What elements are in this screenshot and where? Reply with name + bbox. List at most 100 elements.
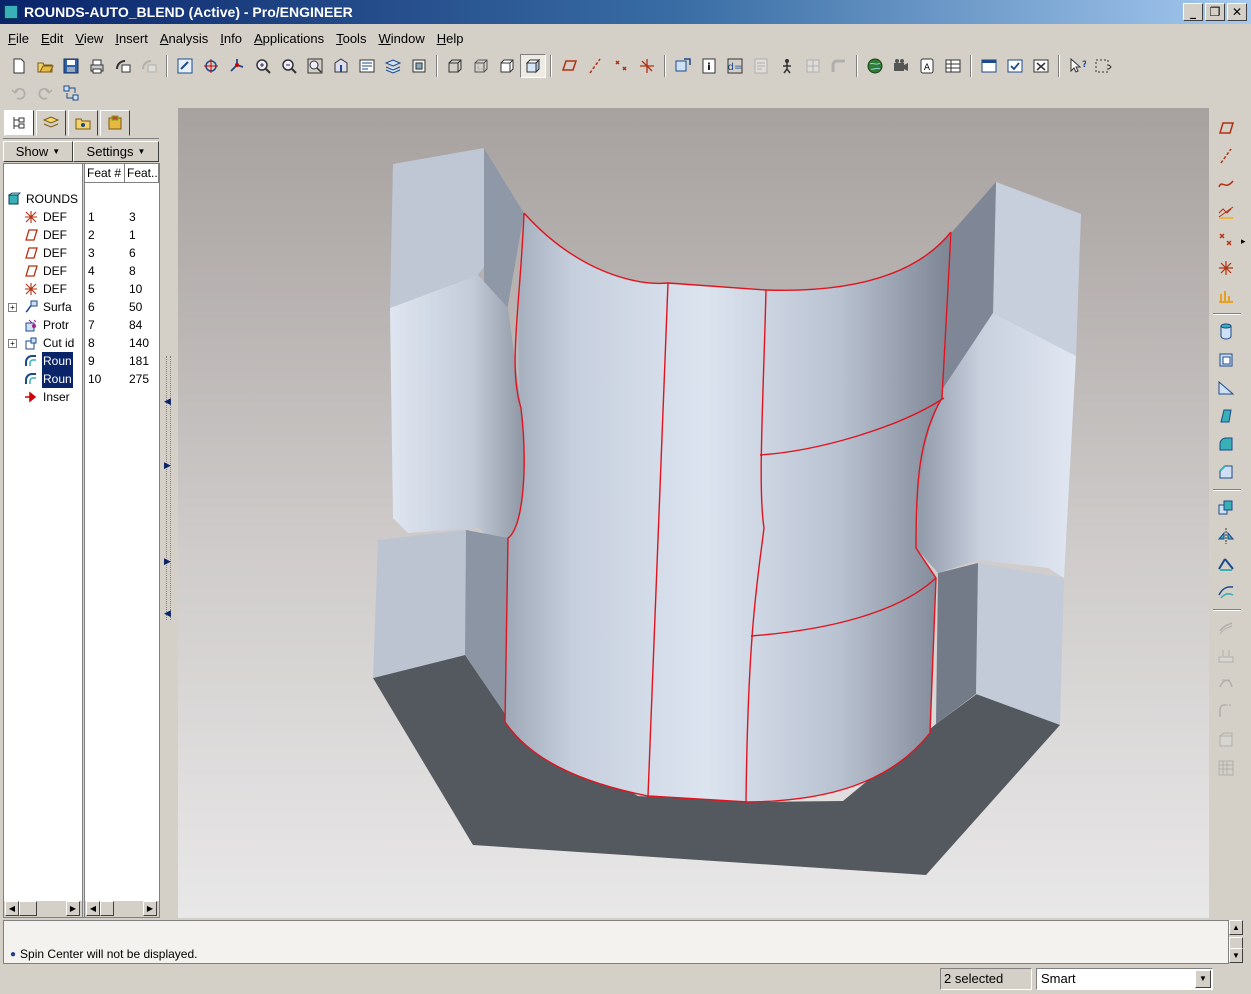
selection-filter-dropdown[interactable]: Smart ▼ <box>1036 968 1213 990</box>
spin-center-button[interactable] <box>198 54 224 78</box>
menu-help[interactable]: Help <box>431 31 470 46</box>
layers-button[interactable] <box>380 54 406 78</box>
window-button[interactable] <box>976 54 1002 78</box>
hole-tool-button[interactable] <box>1213 320 1239 344</box>
more-tools-icon[interactable]: ▸ <box>1241 236 1246 247</box>
scroll-right-icon[interactable]: ▶ <box>66 901 80 916</box>
selection-filter-button[interactable] <box>1090 54 1116 78</box>
solidify-button[interactable] <box>1213 728 1239 752</box>
model-view[interactable] <box>178 108 1209 918</box>
message-scrollbar[interactable]: ▲ ▼ <box>1229 920 1246 964</box>
show-button[interactable]: Show ▼ <box>3 141 73 162</box>
model-tree-web-button[interactable] <box>862 54 888 78</box>
datum-curve-tool-button[interactable] <box>1213 172 1239 196</box>
close-button[interactable]: ✕ <box>1227 3 1247 21</box>
annotation-button[interactable]: A <box>914 54 940 78</box>
menu-tools[interactable]: Tools <box>330 31 372 46</box>
save-button[interactable] <box>58 54 84 78</box>
datum-axis-tool-button[interactable] <box>1213 144 1239 168</box>
part-cylindrical-face[interactable] <box>505 213 951 802</box>
close-window-button[interactable] <box>1028 54 1054 78</box>
relations-button[interactable]: d= <box>722 54 748 78</box>
mirror-button[interactable] <box>1213 524 1239 548</box>
restore-button[interactable]: ❐ <box>1205 3 1225 21</box>
view-manager-button[interactable] <box>406 54 432 78</box>
send-mail-button[interactable] <box>110 54 136 78</box>
table-button[interactable] <box>940 54 966 78</box>
scroll-down-icon[interactable]: ▼ <box>1229 948 1243 963</box>
wireframe-button[interactable] <box>442 54 468 78</box>
parameters-button[interactable] <box>748 54 774 78</box>
send-mail-attach-button[interactable] <box>136 54 162 78</box>
menu-file[interactable]: File <box>2 31 35 46</box>
reorder-button[interactable] <box>58 81 84 105</box>
sketched-curve-tool-button[interactable] <box>1213 200 1239 224</box>
scroll-left-icon[interactable]: ◀ <box>5 901 19 916</box>
column-header-feat-number[interactable]: Feat # <box>85 164 125 183</box>
menu-window[interactable]: Window <box>372 31 430 46</box>
intersect-button[interactable] <box>1213 672 1239 696</box>
point-display-button[interactable] <box>608 54 634 78</box>
redo-button[interactable] <box>32 81 58 105</box>
animation-button[interactable] <box>888 54 914 78</box>
menu-edit[interactable]: Edit <box>35 31 69 46</box>
scroll-thumb[interactable] <box>100 901 114 916</box>
scroll-up-icon[interactable]: ▲ <box>1229 920 1243 935</box>
menu-applications[interactable]: Applications <box>248 31 330 46</box>
context-help-button[interactable]: ? <box>1064 54 1090 78</box>
chamfer-tool-button[interactable] <box>1213 460 1239 484</box>
tree-columns-scrollbar[interactable]: ◀ ▶ <box>85 900 159 917</box>
refit-button[interactable] <box>302 54 328 78</box>
scroll-left-icon[interactable]: ◀ <box>86 901 100 916</box>
saved-views-button[interactable] <box>354 54 380 78</box>
new-button[interactable] <box>6 54 32 78</box>
print-button[interactable] <box>84 54 110 78</box>
extend-button[interactable] <box>1213 700 1239 724</box>
thicken-button[interactable] <box>1213 644 1239 668</box>
round-tool-button[interactable] <box>1213 432 1239 456</box>
model-tree-tab[interactable] <box>4 110 34 136</box>
zoom-in-button[interactable] <box>250 54 276 78</box>
expand-right-icon[interactable]: ▶ <box>164 460 171 471</box>
undo-button[interactable] <box>6 81 32 105</box>
tree-names-scrollbar[interactable]: ◀ ▶ <box>4 900 82 917</box>
pattern-button[interactable] <box>1213 756 1239 780</box>
scroll-thumb[interactable] <box>19 901 37 916</box>
expand-right-icon[interactable]: ▶ <box>164 556 171 567</box>
offset-button[interactable] <box>1213 616 1239 640</box>
datum-planes-display-button[interactable] <box>556 54 582 78</box>
trim-button[interactable] <box>1213 580 1239 604</box>
layer-tab[interactable] <box>36 110 66 136</box>
datum-point-tool-button[interactable] <box>1213 228 1239 252</box>
minimize-button[interactable]: _ <box>1183 3 1203 21</box>
analysis-feature-button[interactable] <box>1213 284 1239 308</box>
column-header-feat-id[interactable]: Feat... <box>125 164 159 183</box>
scroll-right-icon[interactable]: ▶ <box>143 901 157 916</box>
reorient-button[interactable] <box>328 54 354 78</box>
menu-view[interactable]: View <box>69 31 109 46</box>
activate-window-button[interactable] <box>1002 54 1028 78</box>
merge-button[interactable] <box>1213 552 1239 576</box>
menu-insert[interactable]: Insert <box>109 31 154 46</box>
datum-csys-tool-button[interactable] <box>1213 256 1239 280</box>
expand-plus-icon[interactable]: + <box>8 338 17 348</box>
panel-splitter[interactable]: ◀ ▶ ▶ ◀ <box>162 108 176 918</box>
settings-button[interactable]: Settings ▼ <box>73 141 159 162</box>
family-table-button[interactable] <box>800 54 826 78</box>
expand-plus-icon[interactable]: + <box>8 302 17 312</box>
copy-button[interactable] <box>1213 496 1239 520</box>
draft-tool-button[interactable] <box>1213 404 1239 428</box>
zoom-out-button[interactable] <box>276 54 302 78</box>
datum-plane-tool-button[interactable] <box>1213 116 1239 140</box>
favorites-tab[interactable] <box>100 110 130 136</box>
model-player-button[interactable] <box>774 54 800 78</box>
rib-tool-button[interactable] <box>1213 376 1239 400</box>
collapse-left-icon[interactable]: ◀ <box>164 608 171 619</box>
hidden-line-button[interactable] <box>468 54 494 78</box>
no-hidden-button[interactable] <box>494 54 520 78</box>
datum-axes-display-button[interactable] <box>582 54 608 78</box>
folder-browser-tab[interactable] <box>68 110 98 136</box>
csys-display-button[interactable] <box>634 54 660 78</box>
shell-tool-button[interactable] <box>1213 348 1239 372</box>
chevron-down-icon[interactable]: ▼ <box>1195 970 1211 988</box>
